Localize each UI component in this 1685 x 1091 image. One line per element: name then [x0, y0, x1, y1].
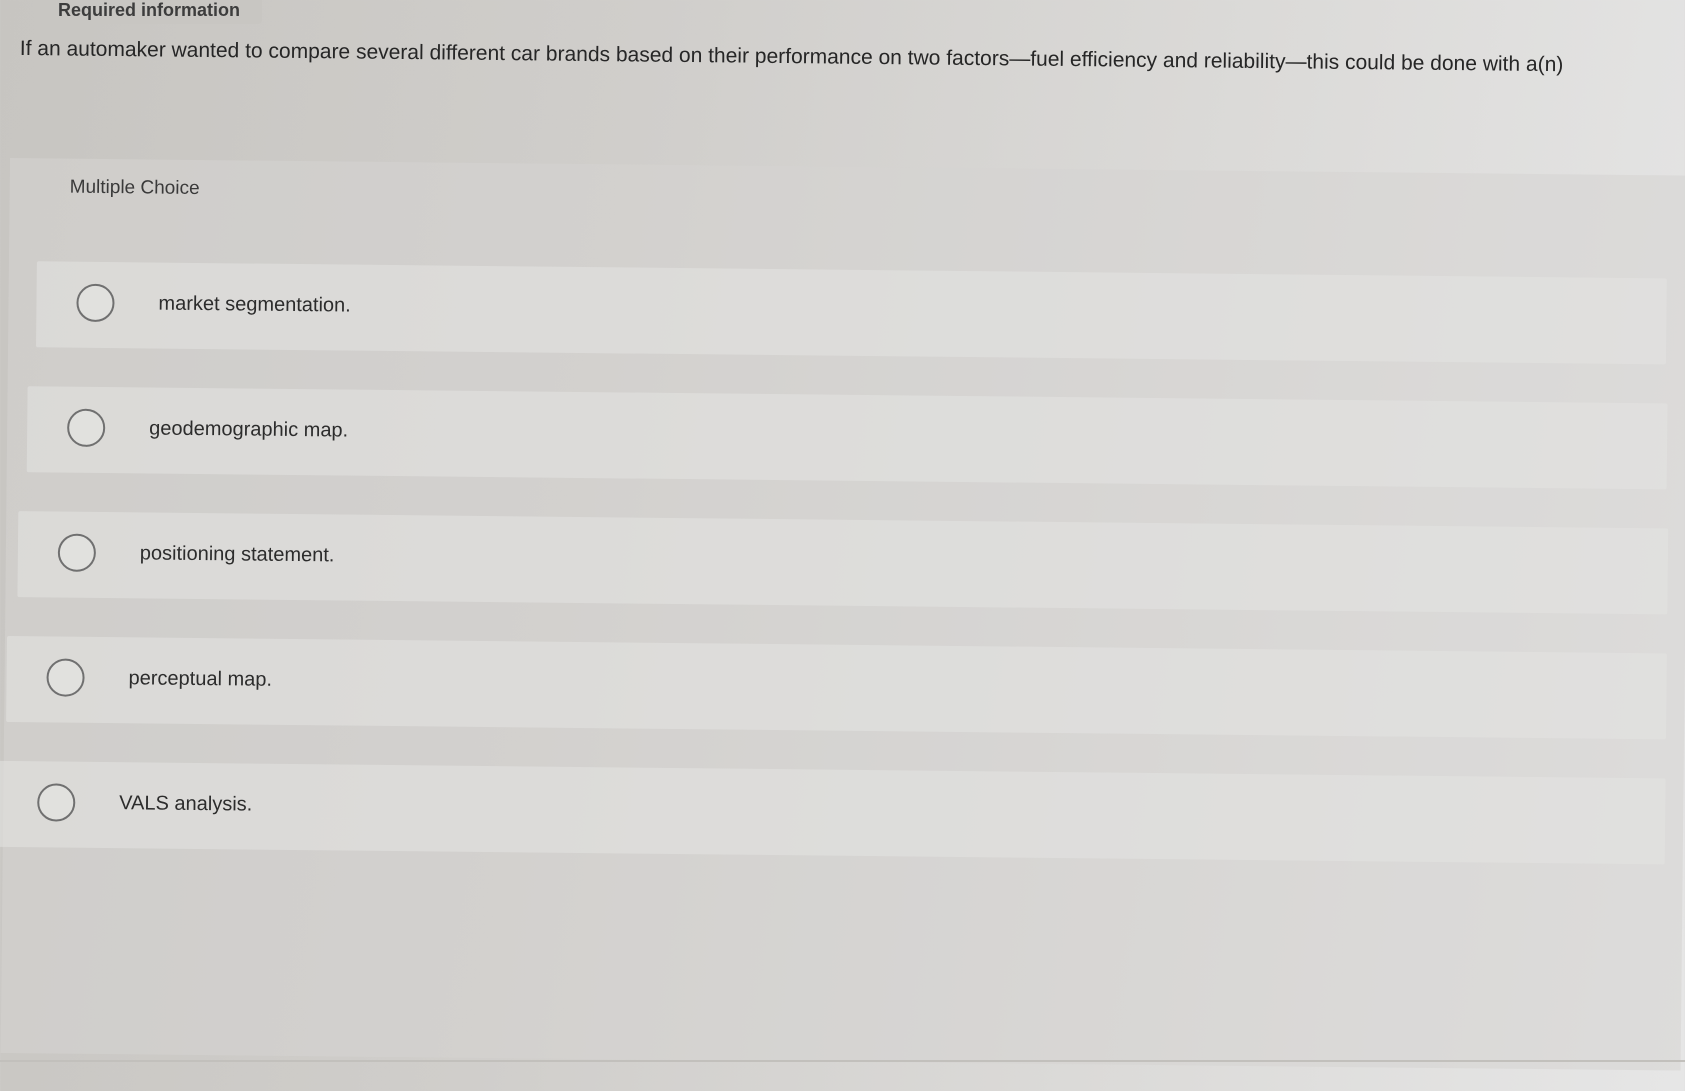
tab-label: Required information: [58, 0, 241, 20]
choice-label: perceptual map.: [128, 667, 273, 691]
radio-button-icon[interactable]: [66, 408, 106, 448]
radio-button-icon[interactable]: [57, 533, 97, 572]
choice-option-geodemographic-map[interactable]: geodemographic map.: [26, 386, 1668, 490]
choice-label: geodemographic map.: [149, 417, 349, 442]
choice-option-vals-analysis[interactable]: VALS analysis.: [0, 760, 1666, 865]
multiple-choice-panel: Multiple Choice market segmentation. geo…: [0, 158, 1685, 1071]
choice-option-perceptual-map[interactable]: perceptual map.: [6, 635, 1667, 740]
question-text: If an automaker wanted to compare severa…: [19, 36, 1564, 77]
radio-button-icon[interactable]: [37, 783, 76, 822]
choice-label: market segmentation.: [158, 292, 351, 317]
bottom-divider: [0, 1060, 1685, 1062]
radio-button-icon[interactable]: [76, 283, 115, 323]
choice-option-market-segmentation[interactable]: market segmentation.: [36, 261, 1667, 365]
choice-option-positioning-statement[interactable]: positioning statement.: [17, 511, 1669, 615]
question-type-label: Multiple Choice: [69, 176, 200, 199]
required-information-tab[interactable]: Required information: [40, 0, 262, 24]
radio-button-icon[interactable]: [46, 658, 85, 697]
choice-label: positioning statement.: [139, 542, 335, 567]
choice-label: VALS analysis.: [119, 792, 253, 816]
